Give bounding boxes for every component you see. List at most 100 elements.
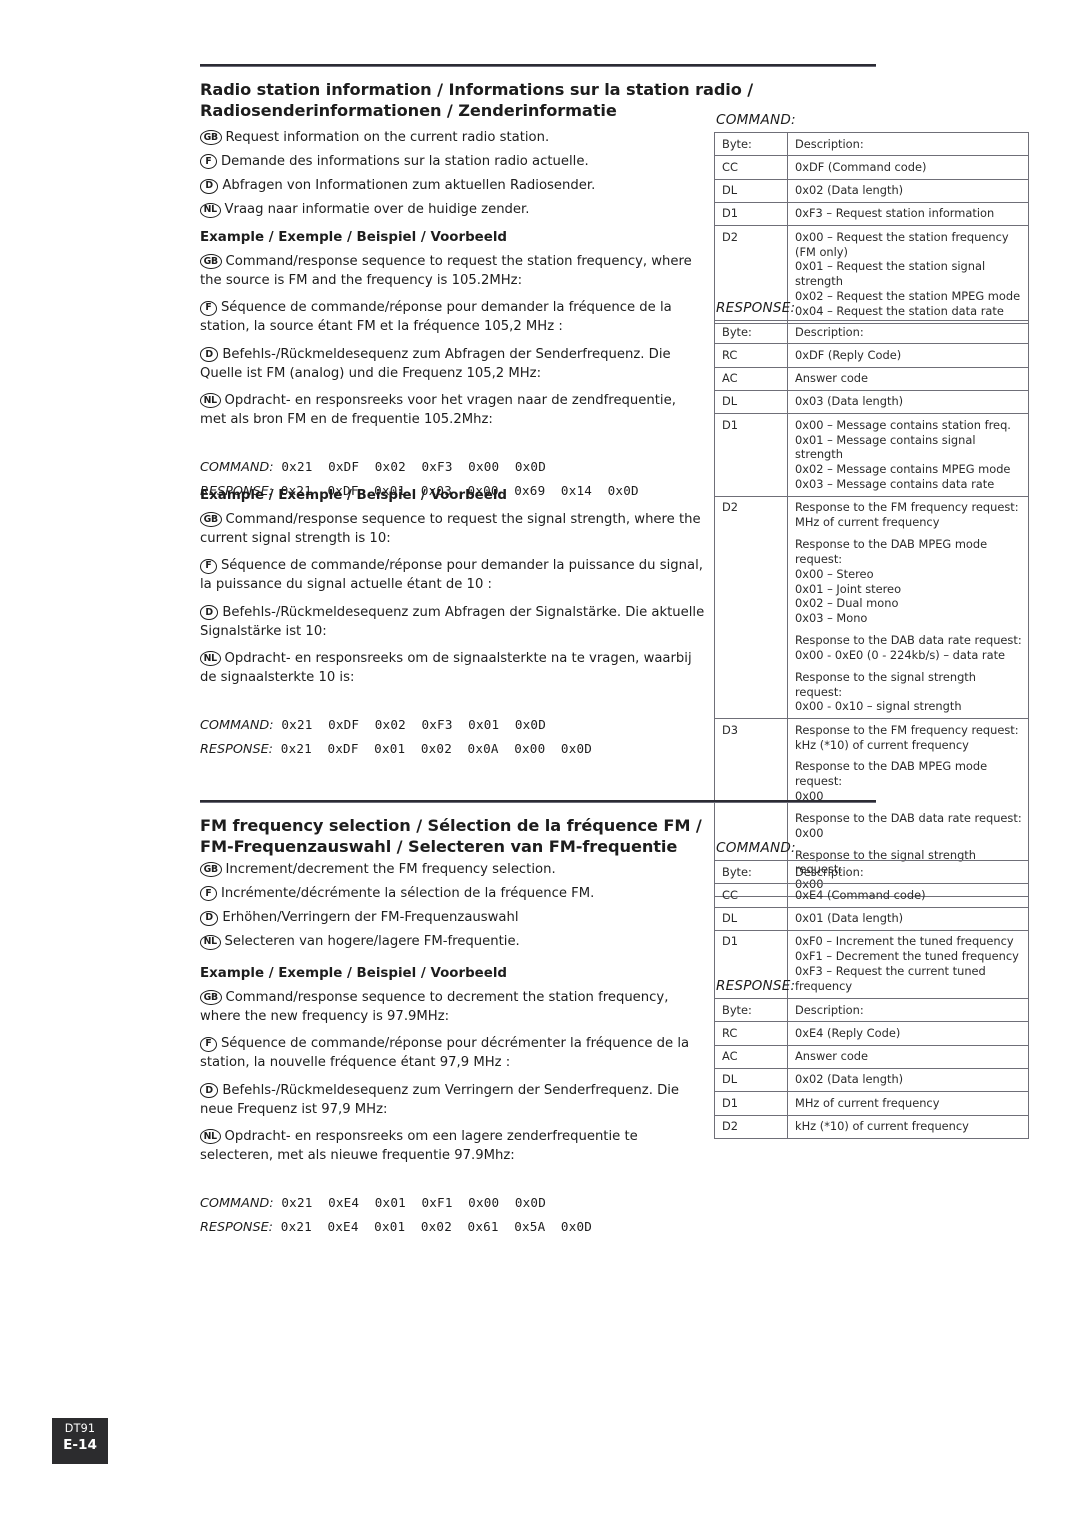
flag-f-icon: F: [200, 886, 217, 902]
flag-d-icon: D: [200, 1082, 219, 1098]
example-line: F Séquence de commande/réponse pour deman…: [200, 298, 705, 336]
command-label: COMMAND:: [200, 718, 274, 734]
table-cell-paragraph: 0x00 – Request the station frequency (FM…: [795, 229, 1009, 259]
page-footer-badge: DT91 E-14: [52, 1418, 108, 1464]
response-table-block: RESPONSE: Byte: Description: RC 0xDF (Reply…: [714, 300, 1029, 897]
flag-nl-icon: NL: [200, 1129, 221, 1145]
table-cell-byte: Byte:: [714, 859, 788, 885]
flag-nl-icon: NL: [200, 202, 221, 218]
table-cell-byte: D1: [714, 413, 788, 497]
flag-gb-icon: GB: [200, 130, 222, 146]
flag-f-icon: F: [200, 154, 217, 170]
command-table: Byte: Description: CC 0xDF (Command code) DL…: [714, 131, 1029, 324]
flag-gb-icon: GB: [200, 990, 222, 1006]
table-cell-description: Description:: [787, 319, 1029, 345]
response-sequence: RESPONSE: 0x21 0xE4 0x01 0x02 0x61 0x5A …: [200, 1219, 705, 1235]
intro-block: GB Request information on the current rad…: [200, 128, 705, 225]
example-text: Opdracht- en responsreeks voor het vrage…: [200, 392, 676, 427]
table-cell-paragraph: Answer code: [795, 371, 869, 386]
example-text: Befehls-/Rückmeldesequenz zum Abfragen d…: [200, 604, 705, 639]
table-cell-paragraph: Response to the signal strength request:…: [795, 669, 976, 714]
table-cell-paragraph: 0x03 (Data length): [795, 394, 904, 409]
table-cell-description: 0xF3 – Request station information: [787, 201, 1029, 227]
table-cell-byte: DL: [714, 906, 788, 931]
example-line: GB Command/response sequence to request t…: [200, 252, 705, 290]
section-title-line1: FM frequency selection / Sélection de la…: [200, 816, 702, 835]
example-line: D Befehls-/Rückmeldesequenz zum Abfragen …: [200, 345, 705, 383]
table-cell-description: kHz (*10) of current frequency: [787, 1114, 1029, 1139]
example-line: F Séquence de commande/réponse pour décré…: [200, 1034, 705, 1072]
response-sequence: RESPONSE: 0x21 0xDF 0x01 0x02 0x0A 0x00 …: [200, 741, 705, 757]
flag-nl-icon: NL: [200, 651, 221, 667]
table-cell-paragraph: 0xDF (Command code): [795, 159, 927, 174]
example-line: NL Opdracht- en responsreeks om de signaa…: [200, 649, 705, 687]
section-rule: [200, 800, 876, 803]
example-text: Befehls-/Rückmeldesequenz zum Abfragen d…: [200, 346, 671, 381]
example-block: Example / Exemple / Beispiel / Voorbeeld…: [200, 488, 705, 765]
table-cell-paragraph: kHz (*10) of current frequency: [795, 1119, 969, 1134]
table-cell-paragraph: MHz of current frequency: [795, 1095, 940, 1110]
table-cell-description: 0xE4 (Reply Code): [787, 1021, 1029, 1046]
example-text: Séquence de commande/réponse pour décrém…: [200, 1036, 690, 1071]
table-cell-paragraph: Description:: [795, 1002, 864, 1017]
intro-text: Erhöhen/Verringern der FM-Frequenzauswah…: [222, 910, 519, 926]
table-cell-paragraph: 0xDF (Reply Code): [795, 347, 902, 362]
table-cell-paragraph: 0x02 (Data length): [795, 1072, 904, 1087]
command-bytes: 0x21 0xDF 0x02 0xF3 0x00 0x0D: [281, 459, 546, 475]
response-label: RESPONSE:: [200, 1220, 273, 1236]
table-cell-paragraph: Response to the FM frequency request: kH…: [795, 722, 1019, 752]
example-heading: Example / Exemple / Beispiel / Voorbeeld: [200, 966, 508, 981]
intro-block: GB Increment/decrement the FM frequency s…: [200, 860, 705, 957]
table-cell-paragraph: 0xF1 – Decrement the tuned frequency: [795, 949, 1019, 964]
table-cell-description: Answer code: [787, 1044, 1029, 1069]
intro-text: Vraag naar informatie over de huidige ze…: [224, 202, 530, 218]
command-sequence: COMMAND: 0x21 0xE4 0x01 0xF1 0x00 0x0D: [200, 1195, 705, 1211]
command-table-block: COMMAND: Byte: Description: CC 0xE4 (Comman…: [714, 840, 1029, 999]
response-table: Byte: Description: RC 0xE4 (Reply Code) AC An…: [714, 997, 1029, 1139]
table-cell-paragraph: Response to the DAB data rate request: 0x…: [795, 810, 1022, 840]
table-cell-paragraph: Description:: [795, 324, 864, 339]
table-row: DL 0x02 (Data length): [714, 178, 1029, 203]
table-cell-byte: DL: [714, 178, 788, 203]
table-cell-byte: DL: [714, 389, 788, 415]
table-cell-description: 0x00 – Message contains station freq. 0x0…: [787, 413, 1029, 497]
section-title-line2: FM-Frequenzauswahl / Selecteren van FM-f…: [200, 837, 678, 857]
example-text: Command/response sequence to request the…: [200, 254, 692, 289]
table-row: Byte: Description:: [714, 319, 1029, 345]
table-cell-byte: AC: [714, 1044, 788, 1069]
command-sequence: COMMAND: 0x21 0xDF 0x02 0xF3 0x01 0x0D: [200, 717, 705, 733]
intro-text: Request information on the current radio…: [225, 130, 550, 145]
section-title: Radio station information / Informations…: [200, 70, 760, 122]
flag-gb-icon: GB: [200, 862, 222, 878]
table-cell-paragraph: 0xF3 – Request station information: [795, 206, 995, 221]
table-cell-paragraph: 0x01 – Message contains signal strength: [795, 432, 976, 462]
section-rule: [200, 64, 876, 67]
table-cell-description: Description:: [787, 997, 1029, 1023]
table-row: D1 0xF3 – Request station information: [714, 201, 1029, 227]
response-label: RESPONSE:: [200, 742, 273, 758]
example-text: Command/response sequence to request the…: [200, 512, 701, 547]
table-cell-description: 0x02 (Data length): [787, 1067, 1029, 1093]
table-row: D1 MHz of current frequency: [714, 1091, 1029, 1116]
intro-line: NL Vraag naar informatie over de huidige …: [200, 200, 705, 219]
response-bytes: 0x21 0xE4 0x01 0x02 0x61 0x5A 0x0D: [280, 1219, 593, 1235]
example-text: Séquence de commande/réponse pour demand…: [200, 300, 672, 335]
command-label: COMMAND:: [200, 460, 274, 476]
example-text: Befehls-/Rückmeldesequenz zum Verringern…: [200, 1082, 680, 1117]
table-cell-paragraph: Answer code: [795, 1049, 869, 1064]
flag-d-icon: D: [200, 910, 219, 926]
command-label: COMMAND:: [200, 1196, 274, 1212]
document-page: Radio station information / Informations…: [0, 0, 1080, 1527]
table-cell-paragraph: 0x03 – Message contains data rate: [795, 477, 995, 492]
model-name: DT91: [64, 1422, 96, 1435]
table-cell-description: Description:: [787, 859, 1029, 885]
intro-text: Increment/decrement the FM frequency sel…: [225, 862, 556, 877]
table-cell-byte: RC: [714, 1021, 788, 1046]
example-text: Command/response sequence to decrement t…: [200, 990, 669, 1025]
table-cell-byte: Byte:: [714, 319, 788, 345]
table-row: D2 kHz (*10) of current frequency: [714, 1114, 1029, 1139]
table-cell-paragraph: Response to the FM frequency request: MH…: [795, 500, 1019, 530]
intro-line: D Abfragen von Informationen zum aktuelle…: [200, 176, 705, 195]
table-cell-description: 0xDF (Command code): [787, 155, 1029, 180]
flag-f-icon: F: [200, 558, 217, 574]
